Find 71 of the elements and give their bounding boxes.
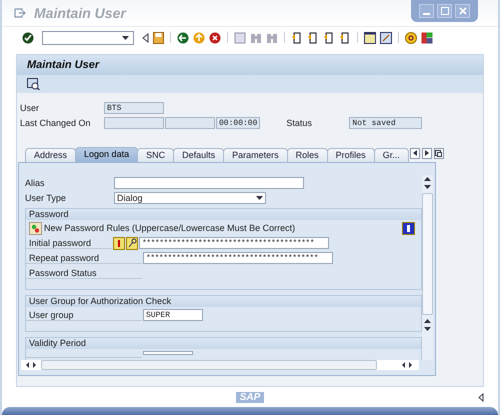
rules-text: New Password Rules (Uppercase/Lowercase Must Be Correct) xyxy=(44,223,296,234)
help-icon[interactable] xyxy=(405,32,417,44)
initial-password-field[interactable]: **************************************** xyxy=(139,237,329,250)
field-label: Alias xyxy=(24,178,46,188)
user-type-dropdown[interactable]: Dialog xyxy=(114,192,266,204)
page-icon[interactable] xyxy=(323,32,335,44)
save-icon[interactable] xyxy=(153,32,164,44)
field-label: Status xyxy=(286,118,313,128)
exit-icon xyxy=(14,8,26,18)
field-label: User Type xyxy=(24,193,67,204)
field-label: User group xyxy=(26,310,142,321)
display-icon[interactable] xyxy=(27,78,40,90)
scroll-left-button[interactable] xyxy=(410,148,420,159)
print-icon[interactable] xyxy=(234,32,246,44)
user-field: BTS xyxy=(104,102,164,114)
field-label: User xyxy=(20,103,40,114)
key-icon[interactable] xyxy=(126,236,138,250)
command-field[interactable] xyxy=(42,30,134,45)
tab[interactable]: Parameters xyxy=(223,148,288,162)
repeat-password-field[interactable]: **************************************** xyxy=(143,252,333,264)
tab[interactable]: Address xyxy=(25,148,76,162)
window-icon[interactable] xyxy=(364,32,376,44)
check-icon[interactable] xyxy=(22,32,34,44)
cancel-icon[interactable] xyxy=(209,32,221,44)
tab[interactable]: Logon data xyxy=(75,146,138,162)
sap-logo: SAP xyxy=(236,392,264,403)
triangle-icon[interactable] xyxy=(478,393,484,402)
date-field xyxy=(104,117,164,130)
page-icon[interactable] xyxy=(291,32,303,44)
scroll-arrows-icon[interactable] xyxy=(25,362,37,368)
page-icon[interactable] xyxy=(339,32,351,44)
status-field: Not saved xyxy=(349,117,422,130)
tab[interactable]: Roles xyxy=(286,148,328,162)
field-label: Last Changed On xyxy=(20,118,92,128)
tab[interactable]: Defaults xyxy=(173,148,224,162)
vertical-scrollbar[interactable] xyxy=(422,174,433,360)
right-arrow-icon[interactable] xyxy=(424,150,429,156)
tab[interactable]: Profiles xyxy=(326,148,375,162)
generate-icon[interactable] xyxy=(113,236,125,250)
scroll-down-icon[interactable] xyxy=(424,184,431,189)
field-label: Repeat password xyxy=(26,252,142,264)
user-group-field[interactable]: SUPER xyxy=(143,309,203,322)
tab[interactable]: SNC xyxy=(137,148,174,162)
group-title: Password xyxy=(26,208,421,220)
alias-field[interactable] xyxy=(114,177,304,190)
caret-icon[interactable] xyxy=(122,36,129,40)
field-label: Password Status xyxy=(26,268,142,279)
scroll-up-icon[interactable] xyxy=(424,176,431,181)
back-icon[interactable] xyxy=(177,32,189,44)
info-icon[interactable] xyxy=(402,222,416,235)
scroll-down-icon[interactable] xyxy=(424,326,431,331)
rules-icon[interactable] xyxy=(29,222,42,235)
layout-icon[interactable] xyxy=(421,32,433,44)
window-title: Maintain User xyxy=(34,4,126,21)
left-arrow-icon[interactable] xyxy=(412,150,417,156)
scroll-up-icon[interactable] xyxy=(424,318,431,323)
field-label: Initial password xyxy=(26,238,112,249)
caret-icon[interactable] xyxy=(256,196,263,200)
triangle-icon[interactable] xyxy=(142,32,149,43)
user-field xyxy=(165,117,215,130)
group-title: User Group for Authorization Check xyxy=(26,296,421,307)
screen-title: Maintain User xyxy=(17,54,483,75)
scroll-right-button[interactable] xyxy=(422,148,432,159)
date-field[interactable] xyxy=(143,350,193,355)
time-field: 00:00:00 xyxy=(216,117,260,130)
tab[interactable]: Gr... xyxy=(374,148,409,162)
group-title: Validity Period xyxy=(26,338,421,349)
page-icon[interactable] xyxy=(307,32,319,44)
window-icon[interactable] xyxy=(380,32,392,44)
scroll-arrows-icon[interactable] xyxy=(401,362,413,368)
horizontal-scrollbar[interactable] xyxy=(21,360,419,370)
